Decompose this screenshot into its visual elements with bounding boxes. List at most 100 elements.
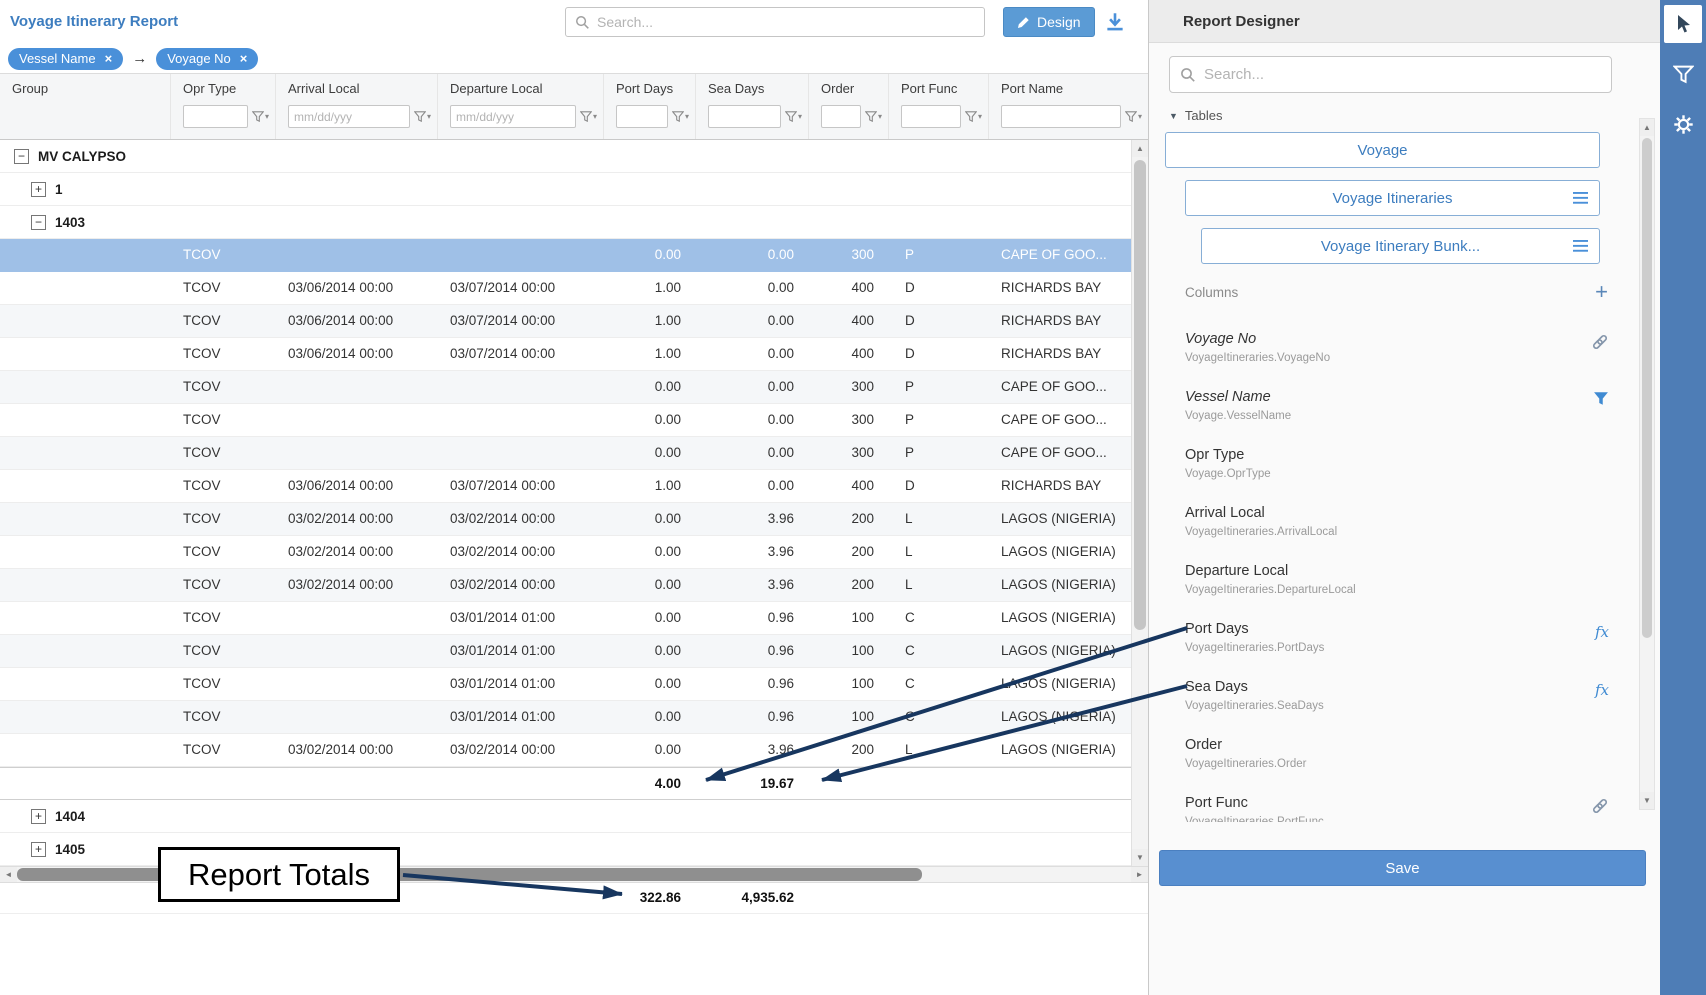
data-row[interactable]: TCOV03/02/2014 00:0003/02/2014 00:000.00…: [0, 569, 1148, 602]
vertical-scrollbar-thumb[interactable]: [1134, 160, 1146, 630]
cell-port-func: L: [888, 503, 988, 535]
scroll-down-button[interactable]: ▼: [1132, 849, 1148, 866]
cell-opr-type: TCOV: [170, 272, 275, 304]
group-row-mv-calypso[interactable]: −MV CALYPSO: [0, 140, 1148, 173]
designer-search[interactable]: [1169, 56, 1612, 93]
table-button-voyage[interactable]: Voyage: [1165, 132, 1600, 168]
link-icon[interactable]: [1591, 797, 1609, 815]
filter-input-order[interactable]: [821, 105, 861, 128]
design-button[interactable]: Design: [1003, 7, 1095, 37]
group-chip-vessel-name[interactable]: Vessel Name ×: [8, 48, 123, 70]
data-row[interactable]: TCOV03/01/2014 01:000.000.96100CLAGOS (N…: [0, 635, 1148, 668]
group-total-sea-days: 19.67: [695, 768, 808, 799]
data-row[interactable]: TCOV03/02/2014 00:0003/02/2014 00:000.00…: [0, 734, 1148, 767]
designer-column-port-days[interactable]: Port DaysVoyageItineraries.PortDaysfx: [1185, 620, 1609, 678]
scroll-down-button[interactable]: ▼: [1640, 792, 1654, 809]
data-row[interactable]: TCOV03/01/2014 01:000.000.96100CLAGOS (N…: [0, 701, 1148, 734]
group-row-1403[interactable]: −1403: [0, 206, 1148, 239]
designer-search-input[interactable]: [1204, 66, 1601, 83]
filter-input-departure-local[interactable]: [450, 105, 576, 128]
data-row[interactable]: TCOV03/01/2014 01:000.000.96100CLAGOS (N…: [0, 668, 1148, 701]
collapse-triangle-icon: ▼: [1169, 111, 1178, 121]
data-row[interactable]: TCOV03/01/2014 01:000.000.96100CLAGOS (N…: [0, 602, 1148, 635]
data-row[interactable]: TCOV0.000.00300PCAPE OF GOO...: [0, 437, 1148, 470]
filter-button-port-name[interactable]: ▾: [1125, 111, 1142, 122]
expand-icon[interactable]: +: [31, 809, 46, 824]
filter-input-arrival-local[interactable]: [288, 105, 410, 128]
collapse-icon[interactable]: −: [31, 215, 46, 230]
scroll-right-button[interactable]: ►: [1131, 867, 1148, 882]
menu-icon[interactable]: [1573, 192, 1588, 204]
filter-button-order[interactable]: ▾: [865, 111, 882, 122]
cell-order: 300: [808, 371, 888, 403]
collapse-icon[interactable]: −: [14, 149, 29, 164]
cell-departure-local: [437, 404, 603, 436]
designer-column-port-func[interactable]: Port FuncVoyageItineraries.PortFunc: [1185, 794, 1609, 822]
designer-scrollbar[interactable]: ▲ ▼: [1639, 118, 1655, 810]
column-label: Port Func: [901, 81, 982, 96]
horizontal-scrollbar-thumb[interactable]: [17, 868, 922, 881]
filter-input-opr-type[interactable]: [183, 105, 248, 128]
data-row[interactable]: TCOV03/06/2014 00:0003/07/2014 00:001.00…: [0, 305, 1148, 338]
fx-icon[interactable]: fx: [1595, 681, 1609, 700]
data-row[interactable]: TCOV0.000.00300PCAPE OF GOO...: [0, 239, 1148, 272]
report-total-sea-days: 4,935.62: [695, 883, 808, 913]
settings-button[interactable]: [1664, 105, 1702, 143]
designer-column-sea-days[interactable]: Sea DaysVoyageItineraries.SeaDaysfx: [1185, 678, 1609, 736]
scroll-up-button[interactable]: ▲: [1132, 140, 1148, 157]
filter-input-sea-days[interactable]: [708, 105, 781, 128]
fx-icon[interactable]: fx: [1595, 623, 1609, 642]
add-column-icon[interactable]: +: [1595, 282, 1608, 302]
data-row[interactable]: TCOV0.000.00300PCAPE OF GOO...: [0, 371, 1148, 404]
filter-input-port-days[interactable]: [616, 105, 668, 128]
table-button-voyage-itinerary-bunk[interactable]: Voyage Itinerary Bunk...: [1201, 228, 1600, 264]
link-icon[interactable]: [1591, 333, 1609, 351]
data-row[interactable]: TCOV03/02/2014 00:0003/02/2014 00:000.00…: [0, 503, 1148, 536]
filter-button-port-days[interactable]: ▾: [672, 111, 689, 122]
filter-button-opr-type[interactable]: ▾: [252, 111, 269, 122]
data-row[interactable]: TCOV0.000.00300PCAPE OF GOO...: [0, 404, 1148, 437]
remove-chip-icon[interactable]: ×: [240, 51, 248, 66]
data-row[interactable]: TCOV03/06/2014 00:0003/07/2014 00:001.00…: [0, 272, 1148, 305]
chip-label: Vessel Name: [19, 51, 96, 66]
tables-section-header[interactable]: ▼ Tables: [1169, 108, 1223, 123]
cell-group: [0, 470, 170, 502]
designer-scrollbar-thumb[interactable]: [1642, 138, 1652, 638]
filter-input-port-name[interactable]: [1001, 105, 1121, 128]
global-search[interactable]: [565, 7, 985, 37]
scroll-left-button[interactable]: ◄: [0, 867, 17, 882]
menu-icon[interactable]: [1573, 240, 1588, 252]
group-chip-voyage-no[interactable]: Voyage No ×: [156, 48, 258, 70]
filter-button-port-func[interactable]: ▾: [965, 111, 982, 122]
expand-icon[interactable]: +: [31, 182, 46, 197]
data-row[interactable]: TCOV03/06/2014 00:0003/07/2014 00:001.00…: [0, 470, 1148, 503]
filter-tool-button[interactable]: [1664, 55, 1702, 93]
filter-button-arrival-local[interactable]: ▾: [414, 111, 431, 122]
designer-column-vessel-name[interactable]: Vessel NameVoyage.VesselName: [1185, 388, 1609, 446]
designer-column-opr-type[interactable]: Opr TypeVoyage.OprType: [1185, 446, 1609, 504]
cell-arrival-local: [275, 635, 437, 667]
save-button[interactable]: Save: [1159, 850, 1646, 886]
vertical-scrollbar[interactable]: ▲ ▼: [1131, 140, 1148, 866]
remove-chip-icon[interactable]: ×: [105, 51, 113, 66]
search-input[interactable]: [597, 14, 975, 30]
group-row-1[interactable]: +1: [0, 173, 1148, 206]
designer-column-order[interactable]: OrderVoyageItineraries.Order: [1185, 736, 1609, 794]
design-mode-button[interactable]: [1664, 5, 1702, 43]
group-row-1404[interactable]: +1404: [0, 800, 1148, 833]
table-button-voyage-itineraries[interactable]: Voyage Itineraries: [1185, 180, 1600, 216]
expand-icon[interactable]: +: [31, 842, 46, 857]
filter-input-port-func[interactable]: [901, 105, 961, 128]
download-icon[interactable]: [1103, 10, 1127, 39]
filter-button-sea-days[interactable]: ▾: [785, 111, 802, 122]
filter-button-departure-local[interactable]: ▾: [580, 111, 597, 122]
column-label: Port Days: [616, 81, 689, 96]
designer-column-voyage-no[interactable]: Voyage NoVoyageItineraries.VoyageNo: [1185, 330, 1609, 388]
data-row[interactable]: TCOV03/02/2014 00:0003/02/2014 00:000.00…: [0, 536, 1148, 569]
scroll-up-button[interactable]: ▲: [1640, 119, 1654, 136]
designer-column-departure-local[interactable]: Departure LocalVoyageItineraries.Departu…: [1185, 562, 1609, 620]
designer-column-arrival-local[interactable]: Arrival LocalVoyageItineraries.ArrivalLo…: [1185, 504, 1609, 562]
filter-icon[interactable]: [1593, 391, 1609, 406]
data-row[interactable]: TCOV03/06/2014 00:0003/07/2014 00:001.00…: [0, 338, 1148, 371]
cell-port-days: 0.00: [603, 503, 695, 535]
